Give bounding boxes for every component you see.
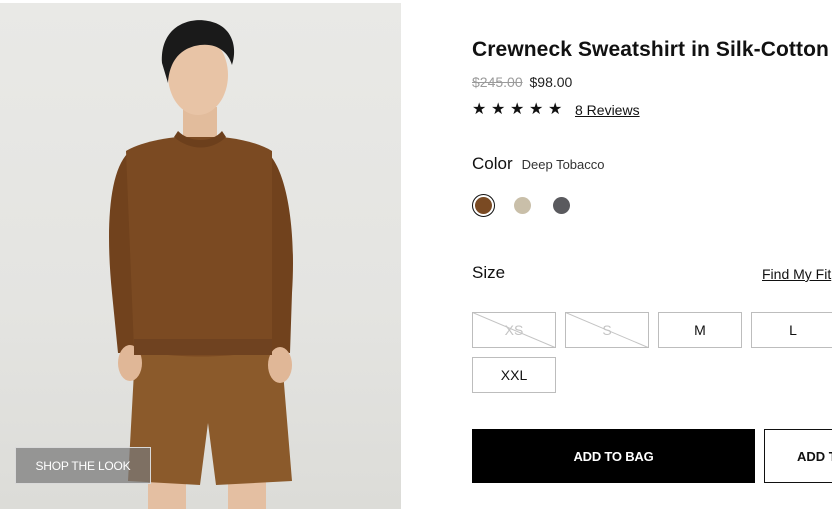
original-price: $245.00 — [472, 74, 523, 90]
price-row: $245.00 $98.00 — [472, 74, 572, 90]
rating-row: ★ ★ ★ ★ ★ 8 Reviews — [472, 101, 640, 119]
color-swatches — [472, 194, 573, 217]
color-label: Color — [472, 154, 513, 173]
secondary-add-button[interactable]: ADD TO — [764, 429, 832, 483]
swatch-deep-tobacco[interactable] — [472, 194, 495, 217]
size-option-xxl[interactable]: XXL — [472, 357, 556, 393]
swatch-fill — [553, 197, 570, 214]
color-heading: Color Deep Tobacco — [472, 154, 605, 174]
star-rating: ★ ★ ★ ★ ★ — [472, 101, 564, 119]
star-icon: ★ — [510, 101, 525, 118]
find-my-fit-link[interactable]: Find My Fit — [762, 266, 831, 282]
swatch-fill — [514, 197, 531, 214]
star-icon: ★ — [548, 101, 563, 118]
reviews-link[interactable]: 8 Reviews — [575, 102, 640, 118]
swatch-fill — [475, 197, 492, 214]
star-icon: ★ — [491, 101, 506, 118]
product-title: Crewneck Sweatshirt in Silk-Cotton — [472, 38, 829, 61]
selected-color-name: Deep Tobacco — [521, 157, 605, 172]
star-icon: ★ — [529, 101, 544, 118]
size-option-s[interactable]: S — [565, 312, 649, 348]
add-to-bag-button[interactable]: ADD TO BAG — [472, 429, 755, 483]
product-image: SHOP THE LOOK — [0, 3, 401, 509]
shop-the-look-button[interactable]: SHOP THE LOOK — [15, 447, 151, 484]
swatch-beige[interactable] — [511, 194, 534, 217]
size-option-xs[interactable]: XS — [472, 312, 556, 348]
swatch-charcoal[interactable] — [550, 194, 573, 217]
star-icon: ★ — [472, 101, 487, 118]
sale-price: $98.00 — [529, 74, 573, 90]
model-illustration — [109, 20, 293, 509]
size-option-m[interactable]: M — [658, 312, 742, 348]
size-option-l[interactable]: L — [751, 312, 832, 348]
size-label: Size — [472, 263, 506, 282]
